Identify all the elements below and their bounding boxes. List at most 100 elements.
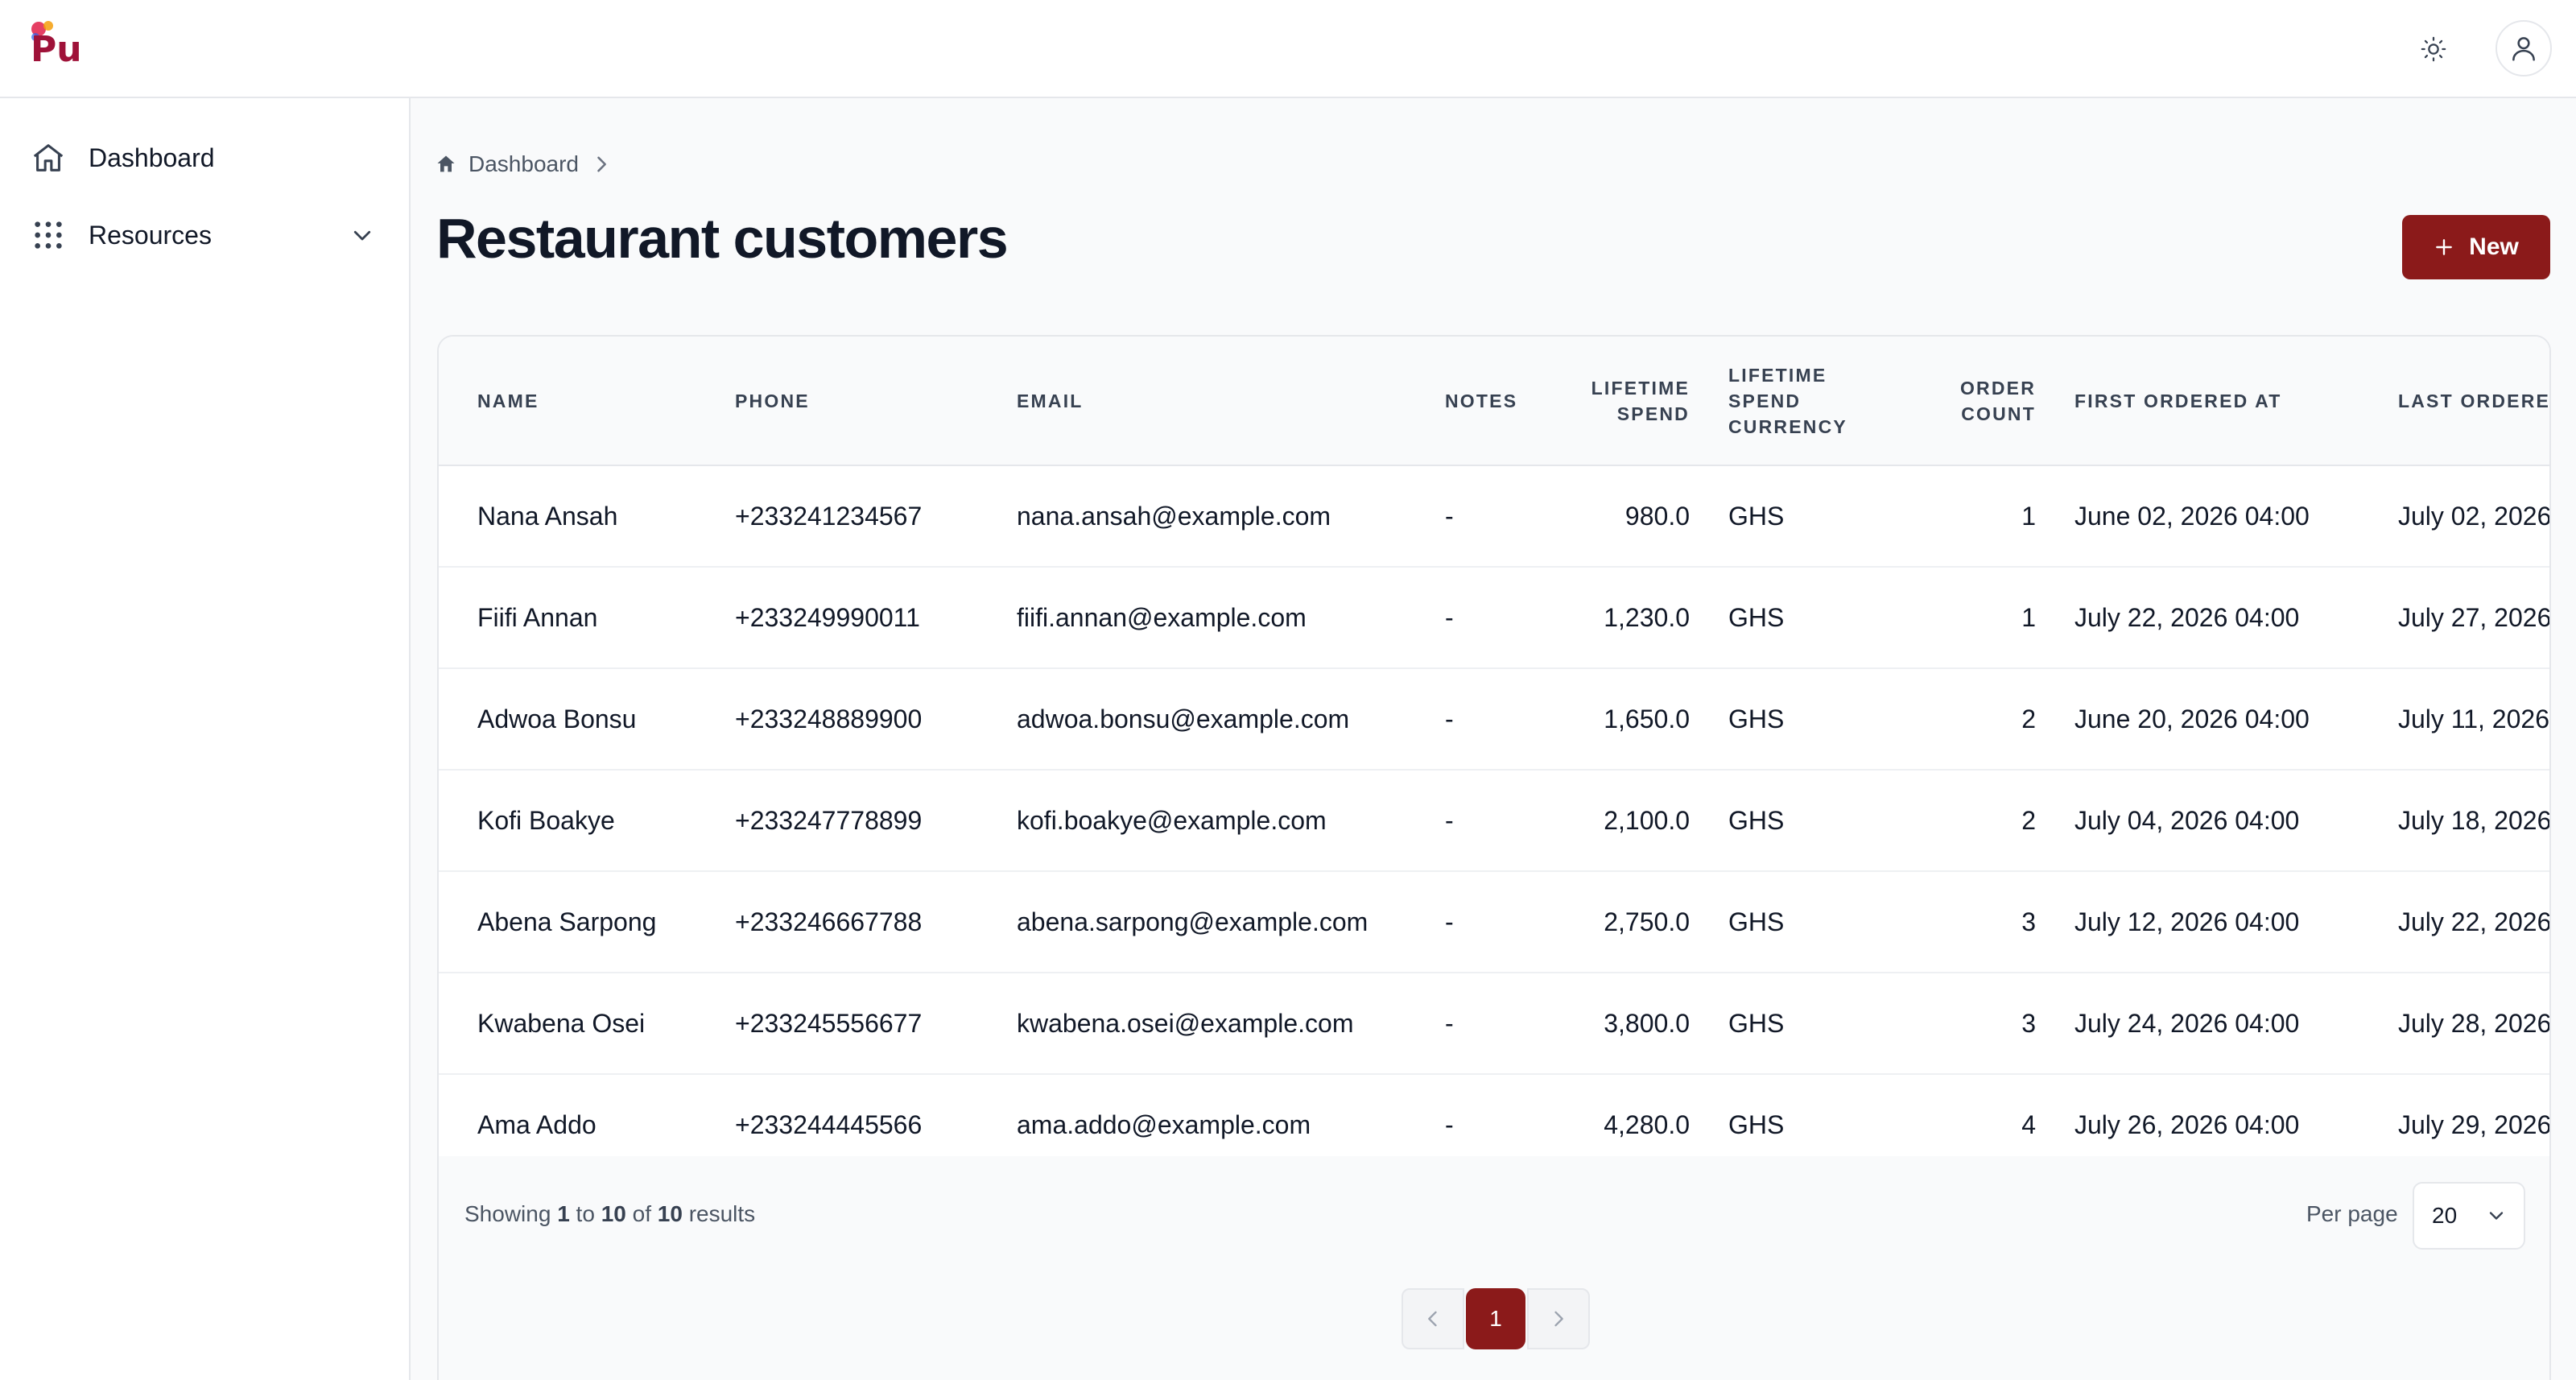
cell-notes: - <box>1445 907 1454 936</box>
cell-notes: - <box>1445 501 1454 531</box>
results-summary: Showing 1 to 10 of 10 results <box>464 1201 755 1227</box>
cell-phone: +233244445566 <box>735 1109 923 1139</box>
chevron-right-icon <box>597 156 606 172</box>
top-bar: Pu <box>0 0 2576 98</box>
previous-page-button[interactable] <box>1402 1288 1464 1349</box>
breadcrumb: Dashboard <box>435 148 613 180</box>
cell-first-ordered-at: July 24, 2026 04:00 <box>2074 1008 2300 1038</box>
table-row[interactable]: Kofi Boakye +233247778899 kofi.boakye@exam… <box>439 770 2549 871</box>
cell-email: fiifi.annan@example.com <box>1017 602 1307 632</box>
cell-last-ordered-at: July 18, 2026 04:00 <box>2398 805 2549 835</box>
cell-order-count: 2 <box>2021 805 2036 835</box>
column-header-last-ordered-at[interactable]: LAST ORDERED AT <box>2359 337 2549 466</box>
cell-email: nana.ansah@example.com <box>1017 501 1331 531</box>
table-row[interactable]: Adwoa Bonsu +233248889900 adwoa.bonsu@exam… <box>439 668 2549 770</box>
per-page-select[interactable]: 20 <box>2413 1182 2525 1250</box>
results-total: 10 <box>657 1201 683 1226</box>
column-header-notes[interactable]: NOTES <box>1406 337 1542 466</box>
cell-last-ordered-at: July 22, 2026 04:00 <box>2398 907 2549 936</box>
cell-name: Adwoa Bonsu <box>477 704 637 733</box>
column-header-lifetime-spend-currency[interactable]: LIFETIME SPEND CURRENCY <box>1690 337 1886 466</box>
cell-phone: +233241234567 <box>735 501 923 531</box>
cell-email: kwabena.osei@example.com <box>1017 1008 1354 1038</box>
table-row[interactable]: Abena Sarpong +233246667788 abena.sarpong@… <box>439 871 2549 973</box>
cell-phone: +233247778899 <box>735 805 923 835</box>
results-of-text: of <box>632 1201 651 1226</box>
user-icon <box>2512 37 2535 61</box>
sidebar-item-label: Resources <box>89 220 212 250</box>
sidebar-item-label: Dashboard <box>89 143 215 172</box>
sun-icon <box>2421 36 2446 62</box>
results-showing-text: Showing <box>464 1201 551 1226</box>
cell-first-ordered-at: June 20, 2026 04:00 <box>2074 704 2310 733</box>
table-card: NAME PHONE EMAIL NOTES LIFETIME SPEND LI… <box>437 335 2551 1380</box>
cell-lifetime-spend: 2,100.0 <box>1604 805 1690 835</box>
cell-first-ordered-at: July 26, 2026 04:00 <box>2074 1109 2300 1139</box>
results-to: 10 <box>601 1201 626 1226</box>
column-header-name[interactable]: NAME <box>439 337 696 466</box>
column-header-phone[interactable]: PHONE <box>696 337 978 466</box>
cell-lifetime-spend: 3,800.0 <box>1604 1008 1690 1038</box>
cell-lifetime-spend: 2,750.0 <box>1604 907 1690 936</box>
cell-name: Fiifi Annan <box>477 602 598 632</box>
cell-phone: +233248889900 <box>735 704 923 733</box>
cell-last-ordered-at: July 29, 2026 04:00 <box>2398 1109 2549 1139</box>
table-row[interactable]: Ama Addo +233244445566 ama.addo@example.co… <box>439 1074 2549 1156</box>
page-button-current[interactable]: 1 <box>1466 1288 1525 1349</box>
theme-toggle-button[interactable] <box>2413 29 2454 69</box>
column-header-lifetime-spend[interactable]: LIFETIME SPEND <box>1542 337 1690 466</box>
chevron-left-icon <box>1428 1311 1437 1327</box>
cell-first-ordered-at: July 04, 2026 04:00 <box>2074 805 2300 835</box>
results-word: results <box>688 1201 756 1226</box>
results-to-text: to <box>576 1201 595 1226</box>
cell-email: adwoa.bonsu@example.com <box>1017 704 1350 733</box>
cell-first-ordered-at: July 22, 2026 04:00 <box>2074 602 2300 632</box>
per-page-label: Per page <box>2306 1201 2398 1226</box>
cell-phone: +233245556677 <box>735 1008 923 1038</box>
per-page-value: 20 <box>2432 1203 2458 1228</box>
cell-first-ordered-at: June 02, 2026 04:00 <box>2074 501 2310 531</box>
table-row[interactable]: Nana Ansah +233241234567 nana.ansah@exampl… <box>439 465 2549 567</box>
column-header-email[interactable]: EMAIL <box>978 337 1406 466</box>
cell-notes: - <box>1445 602 1454 632</box>
cell-lifetime-spend: 4,280.0 <box>1604 1109 1690 1139</box>
home-icon <box>16 126 80 190</box>
column-header-order-count[interactable]: ORDER COUNT <box>1886 337 2036 466</box>
column-header-first-ordered-at[interactable]: FIRST ORDERED AT <box>2036 337 2359 466</box>
cell-email: ama.addo@example.com <box>1017 1109 1311 1139</box>
table-scroll-area[interactable]: NAME PHONE EMAIL NOTES LIFETIME SPEND LI… <box>439 337 2549 1156</box>
cell-name: Abena Sarpong <box>477 907 657 936</box>
cell-last-ordered-at: July 02, 2026 04:00 <box>2398 501 2549 531</box>
cell-order-count: 2 <box>2021 704 2036 733</box>
table-header-row: NAME PHONE EMAIL NOTES LIFETIME SPEND LI… <box>439 337 2549 466</box>
cell-email: kofi.boakye@example.com <box>1017 805 1327 835</box>
table-row[interactable]: Fiifi Annan +233249990011 fiifi.annan@exam… <box>439 567 2549 668</box>
app-logo[interactable]: Pu <box>29 19 84 70</box>
pagination: 1 <box>1402 1288 1590 1349</box>
cell-currency: GHS <box>1728 907 1785 936</box>
next-page-button[interactable] <box>1527 1288 1590 1349</box>
cell-name: Kwabena Osei <box>477 1008 646 1038</box>
sidebar-item-resources[interactable]: Resources <box>23 203 377 267</box>
cell-phone: +233249990011 <box>735 602 920 632</box>
chevron-down-icon <box>2485 1204 2508 1233</box>
cell-first-ordered-at: July 12, 2026 04:00 <box>2074 907 2300 936</box>
cell-name: Nana Ansah <box>477 501 618 531</box>
chevron-down-icon[interactable] <box>348 221 377 250</box>
cell-order-count: 4 <box>2021 1109 2036 1139</box>
cell-notes: - <box>1445 1008 1454 1038</box>
table-row[interactable]: Kwabena Osei +233245556677 kwabena.osei@ex… <box>439 973 2549 1074</box>
cell-notes: - <box>1445 805 1454 835</box>
cell-currency: GHS <box>1728 501 1785 531</box>
breadcrumb-item-dashboard[interactable]: Dashboard <box>469 151 579 177</box>
sidebar-item-dashboard[interactable]: Dashboard <box>23 126 377 190</box>
cell-order-count: 3 <box>2021 1008 2036 1038</box>
cell-currency: GHS <box>1728 602 1785 632</box>
cell-order-count: 1 <box>2021 501 2036 531</box>
cell-email: abena.sarpong@example.com <box>1017 907 1368 936</box>
new-button[interactable]: New <box>2402 215 2550 279</box>
sidebar: Dashboard Resources <box>0 98 411 1380</box>
user-avatar[interactable] <box>2496 20 2552 76</box>
cell-name: Ama Addo <box>477 1109 597 1139</box>
home-icon[interactable] <box>435 153 457 176</box>
